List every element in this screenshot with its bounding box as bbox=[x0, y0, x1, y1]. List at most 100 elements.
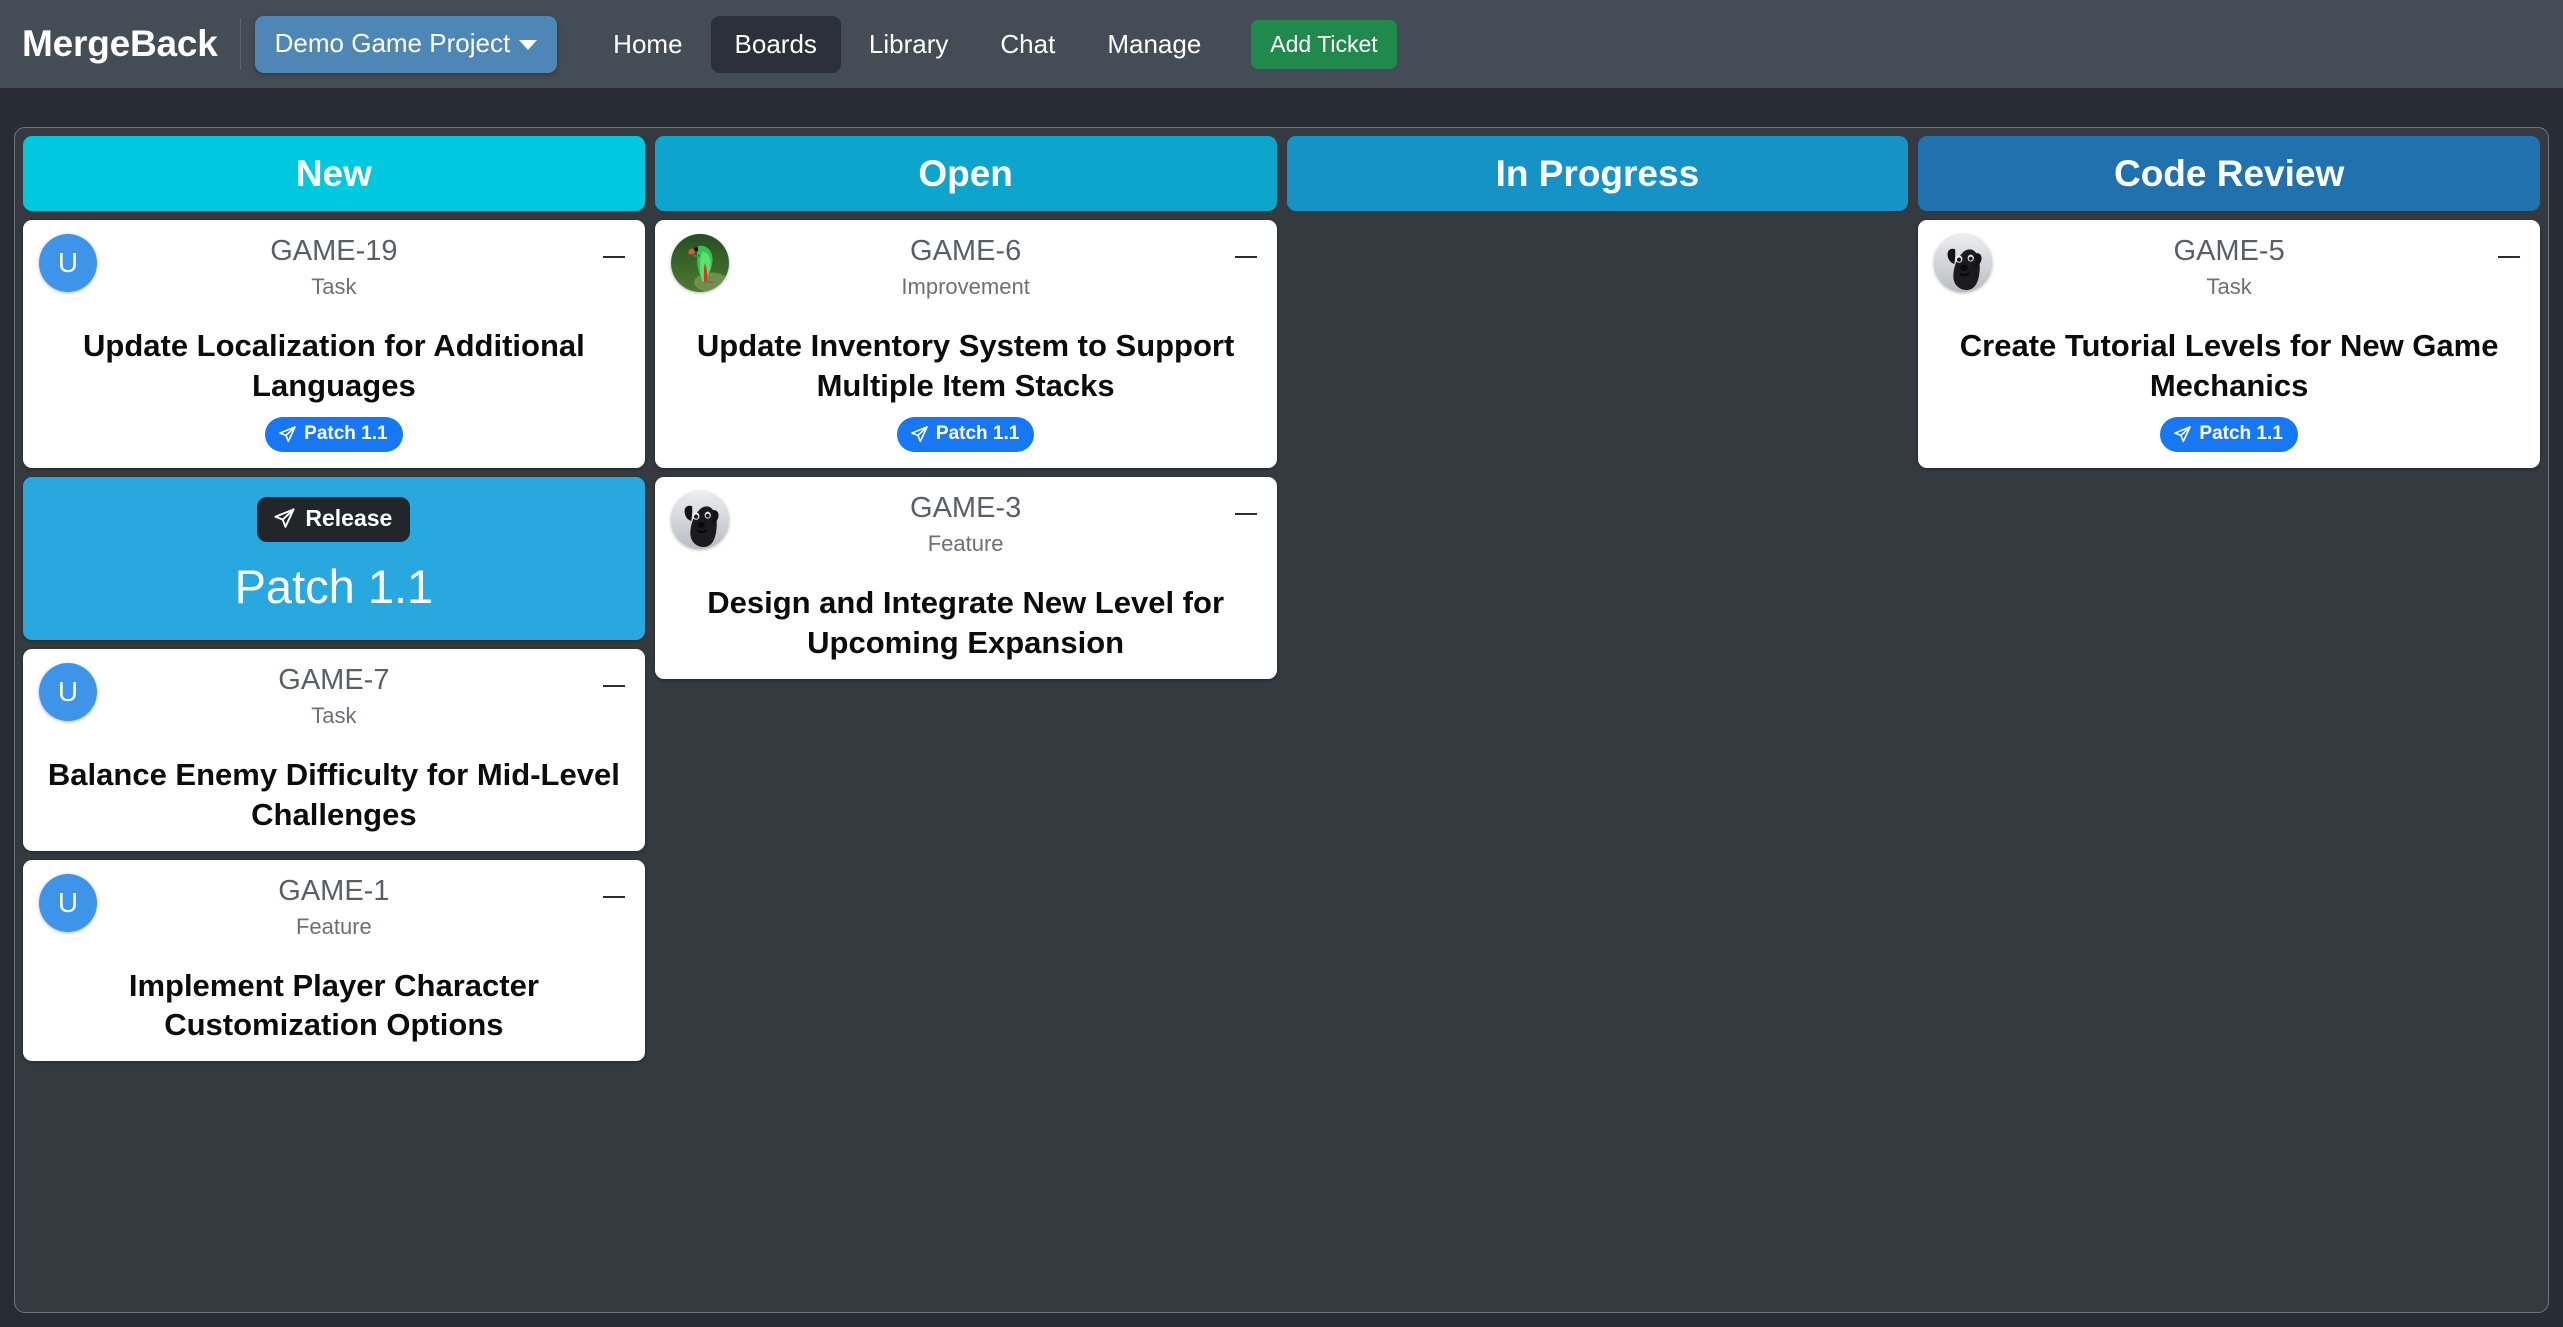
kanban-board: New U GAME-19 Task Update Localization for A… bbox=[14, 127, 2549, 1313]
minus-icon bbox=[2498, 256, 2520, 258]
card-header: GAME-3 Feature bbox=[670, 491, 1261, 569]
avatar[interactable]: U bbox=[39, 234, 97, 292]
nav-link-manage[interactable]: Manage bbox=[1083, 16, 1225, 73]
avatar[interactable] bbox=[1934, 234, 1993, 292]
card-meta: GAME-6 Improvement bbox=[671, 234, 1261, 300]
minus-icon bbox=[1234, 256, 1257, 258]
collapse-button[interactable] bbox=[1231, 242, 1261, 272]
send-icon bbox=[911, 426, 928, 443]
avatar-photo-parrot bbox=[670, 234, 729, 292]
ticket-type: Improvement bbox=[901, 273, 1030, 299]
badge-row: Patch 1.1 bbox=[39, 417, 629, 453]
collapse-button[interactable] bbox=[1231, 499, 1261, 529]
minus-icon bbox=[602, 895, 625, 898]
column-card-list: GAME-5 Task Create Tutorial Levels for New… bbox=[1918, 220, 2540, 469]
minus-icon bbox=[602, 256, 625, 258]
minus-icon bbox=[1234, 513, 1257, 516]
send-icon bbox=[279, 426, 296, 443]
board-column-in-progress: In Progress bbox=[1286, 136, 1909, 220]
minus-icon bbox=[602, 685, 625, 688]
avatar[interactable]: U bbox=[39, 663, 97, 722]
ticket-title: Implement Player Character Customization… bbox=[128, 967, 539, 1043]
column-header-code-review[interactable]: Code Review bbox=[1918, 136, 2540, 211]
top-navbar: MergeBack Demo Game Project Home Boards Li… bbox=[0, 0, 2563, 88]
ticket-key: GAME-7 bbox=[278, 664, 390, 697]
ticket-card[interactable]: U GAME-1 Feature Implement Player Character… bbox=[23, 859, 645, 1062]
brand-divider bbox=[239, 18, 241, 70]
ticket-title: Create Tutorial Levels for New Game Mech… bbox=[1959, 328, 2499, 403]
avatar-photo-dog bbox=[1934, 234, 1993, 292]
card-header: GAME-6 Improvement bbox=[670, 234, 1261, 312]
avatar-initial: U bbox=[57, 676, 79, 708]
release-badge[interactable]: Patch 1.1 bbox=[2160, 417, 2298, 453]
card-header: U GAME-19 Task bbox=[39, 234, 629, 312]
nav-link-chat[interactable]: Chat bbox=[976, 16, 1079, 73]
ticket-title: Balance Enemy Difficulty for Mid-Level C… bbox=[47, 757, 620, 833]
nav-link-boards[interactable]: Boards bbox=[710, 15, 841, 73]
release-pill-label: Release bbox=[305, 505, 393, 532]
card-meta: GAME-19 Task bbox=[39, 234, 629, 300]
release-card[interactable]: Release Patch 1.1 bbox=[23, 477, 645, 641]
ticket-title: Update Inventory System to Support Multi… bbox=[696, 328, 1235, 403]
ticket-type: Task bbox=[311, 273, 357, 299]
page-strip bbox=[0, 88, 2563, 127]
add-ticket-button[interactable]: Add Ticket bbox=[1251, 19, 1397, 69]
nav-link-library[interactable]: Library bbox=[845, 16, 972, 73]
avatar[interactable]: U bbox=[39, 873, 97, 932]
avatar-initial: U bbox=[57, 247, 79, 278]
card-meta: GAME-3 Feature bbox=[671, 491, 1261, 557]
card-meta: GAME-7 Task bbox=[39, 663, 629, 729]
release-badge-label: Patch 1.1 bbox=[304, 423, 388, 445]
ticket-key: GAME-3 bbox=[910, 492, 1022, 525]
ticket-title: Update Localization for Additional Langu… bbox=[83, 328, 585, 403]
avatar-initial: U bbox=[57, 886, 79, 918]
column-header-in-progress[interactable]: In Progress bbox=[1286, 136, 1909, 211]
collapse-button[interactable] bbox=[599, 242, 629, 272]
ticket-card[interactable]: U GAME-7 Task Balance Enemy Difficulty for … bbox=[23, 649, 645, 851]
release-pill: Release bbox=[257, 497, 411, 543]
card-header: GAME-5 Task bbox=[1934, 234, 2524, 312]
ticket-key: GAME-6 bbox=[910, 235, 1022, 267]
avatar[interactable] bbox=[670, 234, 729, 292]
ticket-title: Design and Integrate New Level for Upcom… bbox=[707, 585, 1225, 661]
ticket-key: GAME-1 bbox=[278, 874, 390, 907]
column-card-list: GAME-6 Improvement Update Inventory System… bbox=[654, 220, 1277, 679]
card-header: U GAME-7 Task bbox=[39, 663, 629, 741]
release-badge[interactable]: Patch 1.1 bbox=[896, 417, 1035, 453]
send-icon bbox=[2174, 426, 2192, 443]
card-header: U GAME-1 Feature bbox=[39, 873, 629, 952]
ticket-card[interactable]: GAME-5 Task Create Tutorial Levels for New… bbox=[1918, 220, 2540, 469]
ticket-card[interactable]: GAME-3 Feature Design and Integrate New Le… bbox=[654, 477, 1277, 679]
nav-link-home[interactable]: Home bbox=[589, 16, 706, 73]
ticket-type: Task bbox=[311, 703, 357, 729]
collapse-button[interactable] bbox=[2494, 242, 2524, 272]
ticket-type: Feature bbox=[295, 913, 372, 939]
app-brand: MergeBack bbox=[22, 23, 218, 64]
release-badge[interactable]: Patch 1.1 bbox=[265, 417, 403, 453]
column-header-open[interactable]: Open bbox=[654, 136, 1277, 211]
board-column-open: Open GAME-6 Improvement Update Inventory Sy… bbox=[654, 136, 1277, 679]
ticket-card[interactable]: GAME-6 Improvement Update Inventory System… bbox=[654, 220, 1277, 469]
column-card-list: U GAME-19 Task Update Localization for Addi… bbox=[23, 220, 645, 1062]
card-meta: GAME-5 Task bbox=[1934, 234, 2524, 300]
project-selector[interactable]: Demo Game Project bbox=[254, 15, 558, 73]
nav-links: Home Boards Library Chat Manage bbox=[589, 15, 1225, 73]
column-header-new[interactable]: New bbox=[23, 136, 645, 211]
release-badge-label: Patch 1.1 bbox=[935, 423, 1020, 445]
board-outer: New U GAME-19 Task Update Localization for A… bbox=[0, 127, 2563, 1327]
board-column-code-review: Code Review GAME-5 Task Create Tutorial Lev… bbox=[1918, 136, 2540, 469]
project-selector-label: Demo Game Project bbox=[274, 27, 511, 58]
release-badge-label: Patch 1.1 bbox=[2199, 423, 2283, 445]
ticket-type: Feature bbox=[927, 531, 1004, 557]
badge-row: Patch 1.1 bbox=[1934, 417, 2524, 453]
ticket-type: Task bbox=[2206, 273, 2252, 299]
release-name: Patch 1.1 bbox=[234, 560, 434, 614]
board-column-new: New U GAME-19 Task Update Localization for A… bbox=[23, 136, 645, 1062]
avatar[interactable] bbox=[670, 491, 729, 550]
badge-row: Patch 1.1 bbox=[671, 417, 1261, 453]
collapse-button[interactable] bbox=[599, 882, 629, 912]
ticket-key: GAME-19 bbox=[270, 235, 398, 267]
ticket-card[interactable]: U GAME-19 Task Update Localization for Addi… bbox=[23, 220, 645, 469]
ticket-key: GAME-5 bbox=[2173, 235, 2285, 267]
collapse-button[interactable] bbox=[599, 671, 629, 701]
